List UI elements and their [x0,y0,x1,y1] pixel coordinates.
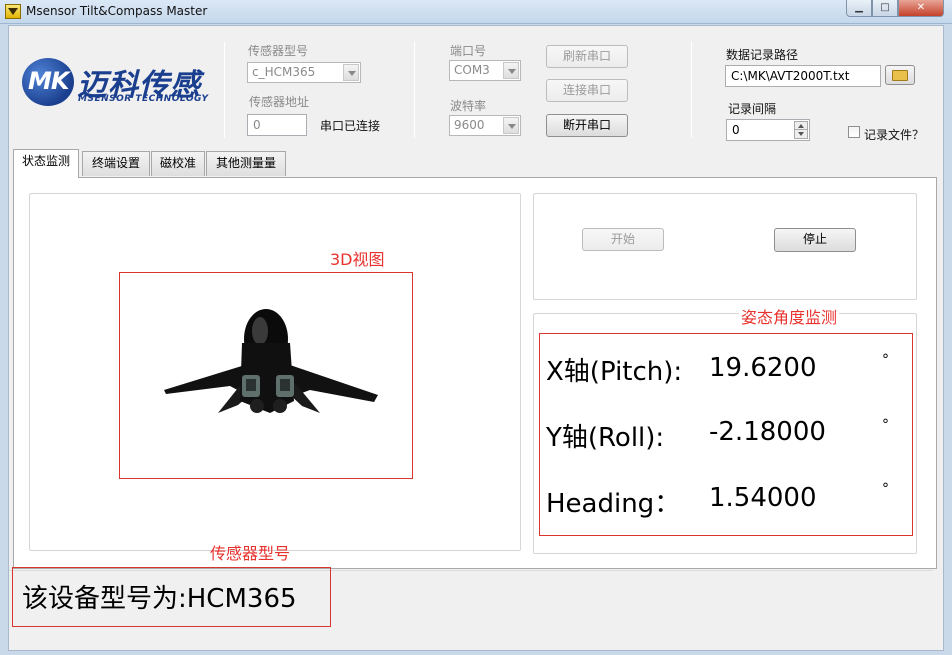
record-file-label: 记录文件？ [864,128,925,142]
browse-button[interactable] [885,65,915,85]
separator [224,42,225,138]
separator [691,42,692,138]
roll-unit: ° [882,417,889,433]
heading-label: Heading： [546,489,681,519]
model-info-caption: 传感器型号 [210,544,291,563]
window-title: Msensor Tilt&Compass Master [26,4,208,18]
stepper-down-icon[interactable] [794,130,808,139]
connection-status: 串口已连接 [320,119,381,133]
tab-mag-calibration[interactable]: 磁校准 [151,151,205,176]
aircraft-model-icon [164,309,378,413]
interval-stepper[interactable] [794,121,808,139]
record-file-checkbox[interactable] [848,126,860,138]
tab-other-measurements[interactable]: 其他测量量 [206,151,286,176]
heading-value: 1.54000 [709,483,817,513]
disconnect-port-button[interactable]: 断开串口 [546,114,628,137]
log-interval-label: 记录间隔 [728,102,777,116]
connect-port-button[interactable]: 连接串口 [546,79,628,102]
logo-mark-text: MK [28,67,69,95]
port-label: 端口号 [450,44,487,58]
stepper-up-icon[interactable] [794,121,808,130]
tab-status-monitor[interactable]: 状态监测 [13,149,79,178]
pitch-value: 19.6200 [709,353,817,383]
folder-icon [892,70,908,81]
heading-unit: ° [882,481,889,497]
separator [414,42,415,138]
sensor-model-label: 传感器型号 [248,44,309,58]
log-path-label: 数据记录路径 [726,48,799,62]
maximize-button[interactable]: □ [872,0,898,17]
start-button[interactable]: 开始 [582,228,664,251]
model-info-frame: 该设备型号为:HCM365 [12,567,331,627]
app-icon [5,4,21,19]
refresh-port-button[interactable]: 刷新串口 [546,45,628,68]
attitude-caption: 姿态角度监测 [739,304,840,328]
chevron-down-icon[interactable] [503,62,519,79]
logo-brand-en: MSENSOR TECHNOLOGY [78,94,209,104]
logo-mark: MK [22,58,74,106]
sensor-model-value: c_HCM365 [252,65,316,79]
title-bar[interactable]: Msensor Tilt&Compass Master ▁ □ ✕ [0,0,952,24]
baud-select[interactable]: 9600 [449,115,521,136]
view3d-caption: 3D视图 [330,250,385,269]
close-button[interactable]: ✕ [898,0,944,17]
sensor-model-select[interactable]: c_HCM365 [247,62,361,83]
chevron-down-icon[interactable] [503,117,519,134]
pitch-label: X轴(Pitch): [546,357,683,387]
port-select[interactable]: COM3 [449,60,521,81]
port-value: COM3 [454,63,490,77]
log-path-field[interactable]: C:\MK\AVT2000T.txt [725,65,881,87]
sensor-address-label: 传感器地址 [249,95,310,109]
logo: MK 迈科传感 MSENSOR TECHNOLOGY [22,58,212,108]
minimize-button[interactable]: ▁ [846,0,872,17]
sensor-address-field[interactable]: 0 [247,114,307,136]
baud-label: 波特率 [450,99,487,113]
tab-terminal-settings[interactable]: 终端设置 [82,151,150,176]
roll-value: -2.18000 [709,417,826,447]
view3d-frame[interactable] [119,272,413,479]
model-info-text: 该设备型号为:HCM365 [22,584,297,614]
stop-button[interactable]: 停止 [774,228,856,252]
baud-value: 9600 [454,118,485,132]
pitch-unit: ° [882,352,889,368]
chevron-down-icon[interactable] [343,64,359,81]
roll-label: Y轴(Roll): [546,423,665,453]
